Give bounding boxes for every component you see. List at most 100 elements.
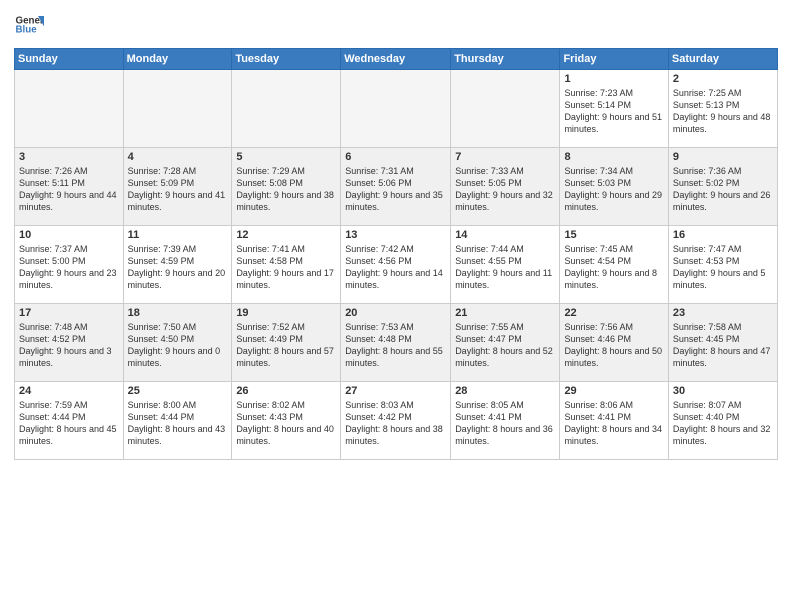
day-cell-5: 5 Sunrise: 7:29 AMSunset: 5:08 PMDaylight… (232, 148, 341, 226)
day-cell-7: 7 Sunrise: 7:33 AMSunset: 5:05 PMDaylight… (451, 148, 560, 226)
day-cell-25: 25 Sunrise: 8:00 AMSunset: 4:44 PMDayligh… (123, 382, 232, 460)
day-number: 1 (564, 73, 663, 85)
week-row-3: 10 Sunrise: 7:37 AMSunset: 5:00 PMDayligh… (15, 226, 778, 304)
day-number: 24 (19, 385, 119, 397)
day-cell-23: 23 Sunrise: 7:58 AMSunset: 4:45 PMDayligh… (668, 304, 777, 382)
day-number: 11 (128, 229, 228, 241)
day-number: 15 (564, 229, 663, 241)
day-number: 5 (236, 151, 336, 163)
day-info: Sunrise: 7:44 AMSunset: 4:55 PMDaylight:… (455, 243, 555, 292)
day-cell-21: 21 Sunrise: 7:55 AMSunset: 4:47 PMDayligh… (451, 304, 560, 382)
day-info: Sunrise: 7:59 AMSunset: 4:44 PMDaylight:… (19, 399, 119, 448)
day-cell-empty-3 (341, 70, 451, 148)
day-number: 12 (236, 229, 336, 241)
day-number: 6 (345, 151, 446, 163)
day-info: Sunrise: 7:37 AMSunset: 5:00 PMDaylight:… (19, 243, 119, 292)
day-cell-24: 24 Sunrise: 7:59 AMSunset: 4:44 PMDayligh… (15, 382, 124, 460)
day-cell-22: 22Sunrise: 7:56 AMSunset: 4:46 PMDayligh… (560, 304, 668, 382)
day-info: Sunrise: 7:36 AMSunset: 5:02 PMDaylight:… (673, 165, 773, 214)
day-info: Sunrise: 8:07 AMSunset: 4:40 PMDaylight:… (673, 399, 773, 448)
day-cell-16: 16Sunrise: 7:47 AMSunset: 4:53 PMDayligh… (668, 226, 777, 304)
day-number: 3 (19, 151, 119, 163)
day-number: 23 (673, 307, 773, 319)
day-info: Sunrise: 7:33 AMSunset: 5:05 PMDaylight:… (455, 165, 555, 214)
logo: General Blue (14, 10, 44, 40)
day-info: Sunrise: 7:25 AMSunset: 5:13 PMDaylight:… (673, 87, 773, 136)
day-cell-29: 29 Sunrise: 8:06 AMSunset: 4:41 PMDayligh… (560, 382, 668, 460)
day-number: 26 (236, 385, 336, 397)
day-info: Sunrise: 7:34 AMSunset: 5:03 PMDaylight:… (564, 165, 663, 214)
day-number: 4 (128, 151, 228, 163)
day-cell-empty-0 (15, 70, 124, 148)
col-header-tuesday: Tuesday (232, 49, 341, 70)
day-info: Sunrise: 7:52 AMSunset: 4:49 PMDaylight:… (236, 321, 336, 370)
day-cell-12: 12 Sunrise: 7:41 AMSunset: 4:58 PMDayligh… (232, 226, 341, 304)
day-number: 28 (455, 385, 555, 397)
day-cell-27: 27 Sunrise: 8:03 AMSunset: 4:42 PMDayligh… (341, 382, 451, 460)
day-info: Sunrise: 8:05 AMSunset: 4:41 PMDaylight:… (455, 399, 555, 448)
day-number: 20 (345, 307, 446, 319)
day-number: 25 (128, 385, 228, 397)
col-header-wednesday: Wednesday (341, 49, 451, 70)
day-cell-1: 1 Sunrise: 7:23 AMSunset: 5:14 PMDaylight… (560, 70, 668, 148)
day-number: 2 (673, 73, 773, 85)
day-cell-2: 2 Sunrise: 7:25 AMSunset: 5:13 PMDaylight… (668, 70, 777, 148)
day-number: 27 (345, 385, 446, 397)
day-cell-17: 17 Sunrise: 7:48 AMSunset: 4:52 PMDayligh… (15, 304, 124, 382)
day-number: 8 (564, 151, 663, 163)
day-cell-14: 14 Sunrise: 7:44 AMSunset: 4:55 PMDayligh… (451, 226, 560, 304)
day-info: Sunrise: 7:48 AMSunset: 4:52 PMDaylight:… (19, 321, 119, 370)
day-cell-4: 4 Sunrise: 7:28 AMSunset: 5:09 PMDaylight… (123, 148, 232, 226)
day-info: Sunrise: 7:26 AMSunset: 5:11 PMDaylight:… (19, 165, 119, 214)
day-info: Sunrise: 7:23 AMSunset: 5:14 PMDaylight:… (564, 87, 663, 136)
day-cell-18: 18 Sunrise: 7:50 AMSunset: 4:50 PMDayligh… (123, 304, 232, 382)
day-info: Sunrise: 7:47 AMSunset: 4:53 PMDaylight:… (673, 243, 773, 292)
day-number: 10 (19, 229, 119, 241)
day-cell-15: 15 Sunrise: 7:45 AMSunset: 4:54 PMDayligh… (560, 226, 668, 304)
day-cell-11: 11 Sunrise: 7:39 AMSunset: 4:59 PMDayligh… (123, 226, 232, 304)
day-info: Sunrise: 8:03 AMSunset: 4:42 PMDaylight:… (345, 399, 446, 448)
logo-icon: General Blue (14, 10, 44, 40)
week-row-5: 24 Sunrise: 7:59 AMSunset: 4:44 PMDayligh… (15, 382, 778, 460)
day-info: Sunrise: 7:42 AMSunset: 4:56 PMDaylight:… (345, 243, 446, 292)
day-info: Sunrise: 8:06 AMSunset: 4:41 PMDaylight:… (564, 399, 663, 448)
day-cell-9: 9 Sunrise: 7:36 AMSunset: 5:02 PMDaylight… (668, 148, 777, 226)
day-info: Sunrise: 7:41 AMSunset: 4:58 PMDaylight:… (236, 243, 336, 292)
day-number: 14 (455, 229, 555, 241)
day-cell-empty-4 (451, 70, 560, 148)
col-header-thursday: Thursday (451, 49, 560, 70)
day-cell-13: 13 Sunrise: 7:42 AMSunset: 4:56 PMDayligh… (341, 226, 451, 304)
day-info: Sunrise: 7:55 AMSunset: 4:47 PMDaylight:… (455, 321, 555, 370)
day-number: 9 (673, 151, 773, 163)
col-header-saturday: Saturday (668, 49, 777, 70)
day-cell-10: 10 Sunrise: 7:37 AMSunset: 5:00 PMDayligh… (15, 226, 124, 304)
day-info: Sunrise: 8:00 AMSunset: 4:44 PMDaylight:… (128, 399, 228, 448)
day-number: 18 (128, 307, 228, 319)
day-cell-28: 28 Sunrise: 8:05 AMSunset: 4:41 PMDayligh… (451, 382, 560, 460)
day-info: Sunrise: 7:29 AMSunset: 5:08 PMDaylight:… (236, 165, 336, 214)
day-cell-3: 3 Sunrise: 7:26 AMSunset: 5:11 PMDaylight… (15, 148, 124, 226)
day-info: Sunrise: 7:56 AMSunset: 4:46 PMDaylight:… (564, 321, 663, 370)
day-info: Sunrise: 7:45 AMSunset: 4:54 PMDaylight:… (564, 243, 663, 292)
col-header-monday: Monday (123, 49, 232, 70)
day-cell-26: 26Sunrise: 8:02 AMSunset: 4:43 PMDayligh… (232, 382, 341, 460)
col-header-sunday: Sunday (15, 49, 124, 70)
day-number: 13 (345, 229, 446, 241)
page-header: General Blue (14, 10, 778, 40)
day-number: 17 (19, 307, 119, 319)
calendar: SundayMondayTuesdayWednesdayThursdayFrid… (14, 48, 778, 460)
week-row-2: 3 Sunrise: 7:26 AMSunset: 5:11 PMDaylight… (15, 148, 778, 226)
day-info: Sunrise: 7:28 AMSunset: 5:09 PMDaylight:… (128, 165, 228, 214)
day-number: 29 (564, 385, 663, 397)
day-cell-empty-2 (232, 70, 341, 148)
day-number: 7 (455, 151, 555, 163)
day-cell-20: 20 Sunrise: 7:53 AMSunset: 4:48 PMDayligh… (341, 304, 451, 382)
day-info: Sunrise: 7:50 AMSunset: 4:50 PMDaylight:… (128, 321, 228, 370)
day-cell-6: 6Sunrise: 7:31 AMSunset: 5:06 PMDaylight… (341, 148, 451, 226)
day-info: Sunrise: 7:53 AMSunset: 4:48 PMDaylight:… (345, 321, 446, 370)
day-number: 21 (455, 307, 555, 319)
day-info: Sunrise: 7:58 AMSunset: 4:45 PMDaylight:… (673, 321, 773, 370)
week-row-1: 1 Sunrise: 7:23 AMSunset: 5:14 PMDaylight… (15, 70, 778, 148)
day-info: Sunrise: 7:39 AMSunset: 4:59 PMDaylight:… (128, 243, 228, 292)
day-number: 19 (236, 307, 336, 319)
